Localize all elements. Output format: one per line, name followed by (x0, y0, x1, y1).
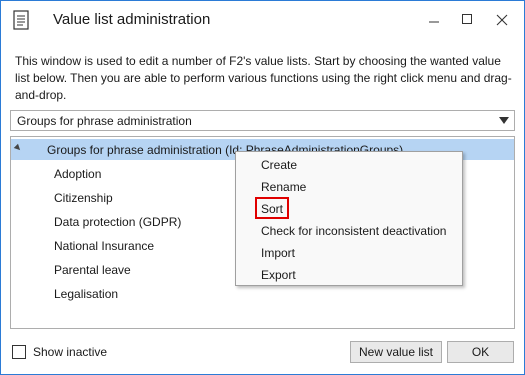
tree-item-citizenship[interactable]: Citizenship (54, 191, 113, 205)
sort-highlight-box (255, 197, 289, 219)
ok-button[interactable]: OK (447, 341, 514, 363)
close-button[interactable] (493, 11, 511, 29)
title-bar: Value list administration (1, 1, 524, 39)
tree-item-parental-leave[interactable]: Parental leave (54, 263, 131, 277)
maximize-icon (462, 14, 472, 24)
tree-item-legalisation[interactable]: Legalisation (54, 287, 118, 301)
dropdown-selected-value: Groups for phrase administration (17, 114, 192, 128)
window-title: Value list administration (53, 11, 211, 28)
tree-item-adoption[interactable]: Adoption (54, 167, 101, 181)
tree-item-national-insurance[interactable]: National Insurance (54, 239, 154, 253)
close-icon (496, 14, 508, 26)
tree-item-data-protection[interactable]: Data protection (GDPR) (54, 215, 181, 229)
menu-item-import[interactable]: Import (261, 246, 295, 260)
context-menu: Create Rename Sort Check for inconsisten… (235, 151, 463, 286)
new-value-list-button[interactable]: New value list (350, 341, 442, 363)
minimize-button[interactable] (425, 11, 443, 29)
menu-item-create[interactable]: Create (261, 158, 297, 172)
description-text: This window is used to edit a number of … (15, 54, 512, 102)
menu-item-check-deactivation[interactable]: Check for inconsistent deactivation (261, 224, 446, 238)
maximize-button[interactable] (458, 11, 476, 29)
chevron-down-icon (499, 117, 509, 124)
show-inactive-checkbox[interactable] (12, 345, 26, 359)
value-list-dropdown[interactable]: Groups for phrase administration (10, 110, 515, 131)
show-inactive-label: Show inactive (33, 345, 108, 359)
document-icon (13, 10, 29, 30)
value-list-window: Value list administration This window is… (0, 0, 525, 375)
menu-item-export[interactable]: Export (261, 268, 296, 282)
menu-item-rename[interactable]: Rename (261, 180, 306, 194)
expander-icon[interactable] (13, 143, 23, 153)
minimize-icon (429, 21, 439, 23)
